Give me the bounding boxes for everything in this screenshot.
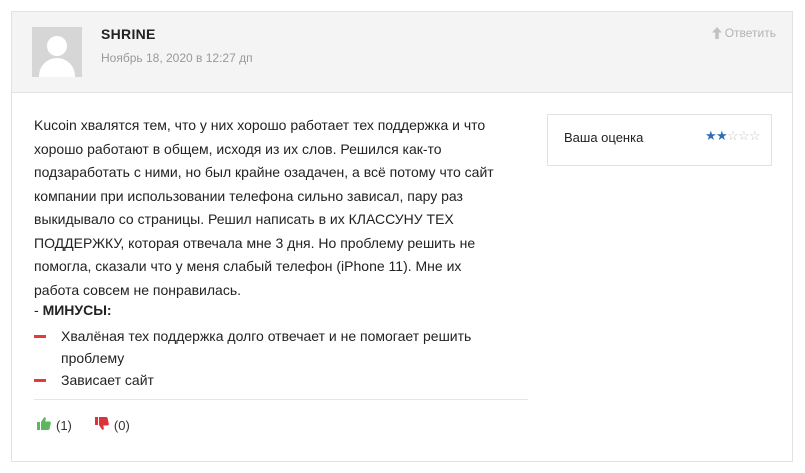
avatar-head-shape [47,36,67,56]
cons-item-text: Хвалёная тех поддержка долго отвечает и … [61,328,472,366]
star-icon: ★ [705,128,717,143]
comment-author: SHRINE [101,26,156,42]
dislike-count: (0) [113,417,130,433]
rating-label: Ваша оценка [564,130,644,145]
comment-card: SHRINE Ноябрь 18, 2020 в 12:27 дп Ответи… [11,11,793,462]
star-icon: ☆ [727,128,739,143]
cons-item: Зависает сайт [34,369,494,391]
reply-label: Ответить [724,26,776,40]
cons-item-text: Зависает сайт [61,372,154,388]
rating-box: Ваша оценка ★ ★ ☆ ☆ ☆ [547,114,772,166]
thumbs-down-icon [94,417,109,433]
thumbs-up-icon [37,417,51,433]
star-rating: ★ ★ ☆ ☆ ☆ [705,128,761,143]
reply-button[interactable]: Ответить [711,26,776,40]
arrow-up-icon [711,27,722,39]
avatar-body-shape [39,58,75,77]
minus-dash-icon [34,379,46,382]
star-icon: ★ [716,128,728,143]
like-count: (1) [56,417,72,433]
dislike-button[interactable]: (0) [94,417,130,433]
vote-bar: (1) (0) [37,417,153,433]
minus-heading: - МИНУСЫ: [34,302,112,318]
minus-dash-icon [34,335,46,338]
like-button[interactable]: (1) [37,417,72,433]
comment-date: Ноябрь 18, 2020 в 12:27 дп [101,51,253,65]
comment-header: SHRINE Ноябрь 18, 2020 в 12:27 дп Ответи… [12,12,792,93]
divider [34,399,528,400]
star-icon: ☆ [738,128,750,143]
minus-prefix: - [34,302,43,318]
cons-list: Хвалёная тех поддержка долго отвечает и … [34,325,494,391]
star-icon: ☆ [749,128,761,143]
review-text: Kucoin хвалятся тем, что у них хорошо ра… [34,117,494,298]
avatar [32,27,82,77]
minus-title: МИНУСЫ: [42,302,112,318]
cons-item: Хвалёная тех поддержка долго отвечает и … [34,325,494,369]
